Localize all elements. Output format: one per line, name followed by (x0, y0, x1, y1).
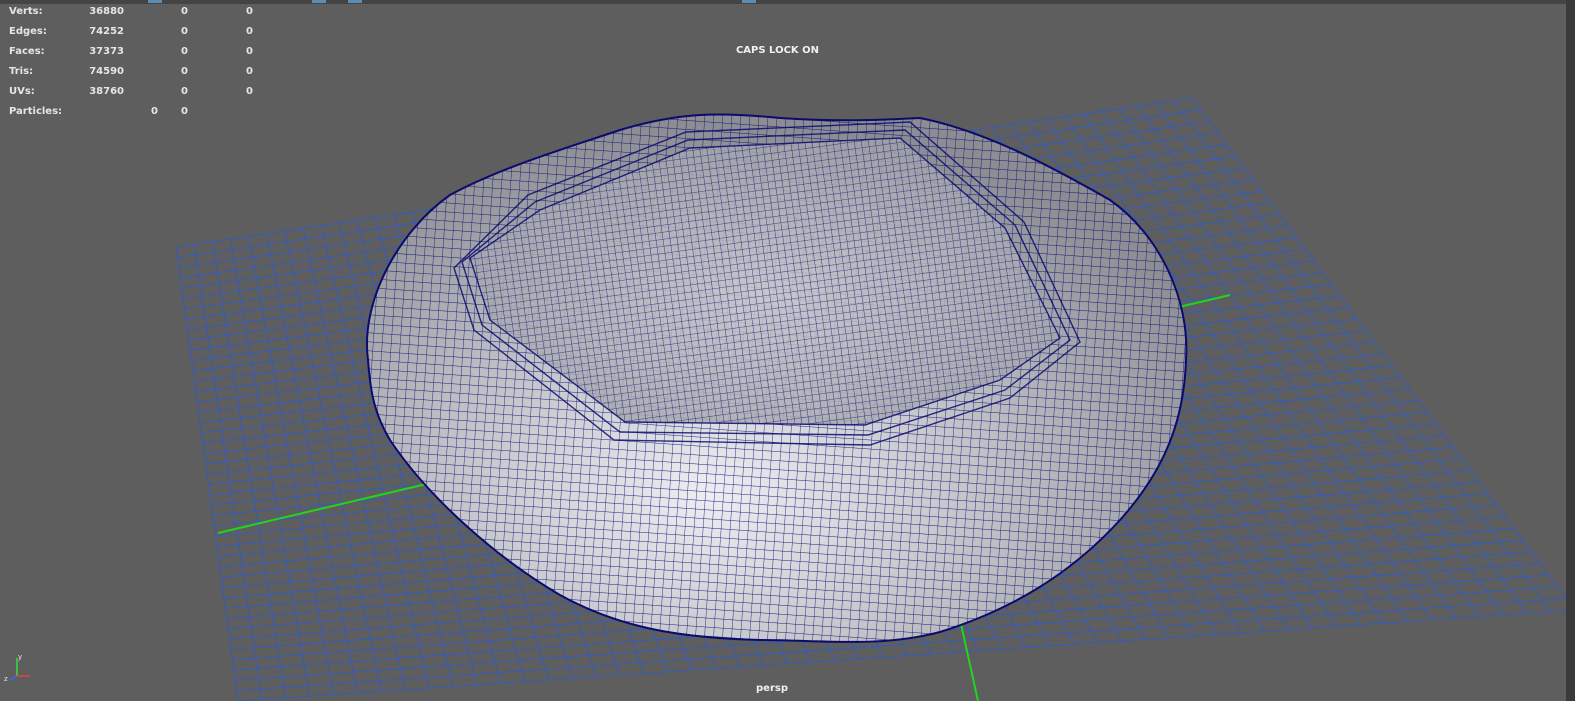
hud-stat-label: Tris: (9, 66, 34, 77)
hud-stat-total: 36880 (89, 6, 124, 17)
maya-viewport[interactable]: Verts: 36880 0 0 Edges: 74252 0 0 Faces: 37373 0 0 T… (0, 0, 1575, 701)
hud-particles-value: 0 (151, 106, 158, 117)
hud-particles-value: 0 (181, 106, 188, 117)
hud-stat-selected: 0 (181, 86, 188, 97)
axis-y-label: y (18, 653, 22, 661)
hud-stat-label: UVs: (9, 86, 35, 97)
hud-stat-total: 74252 (89, 26, 124, 37)
hud-stat-third: 0 (246, 86, 253, 97)
polygon-mesh[interactable] (350, 100, 1210, 660)
hud-stat-label: Verts: (9, 6, 43, 17)
axis-z-label: z (4, 675, 8, 682)
hud-stat-label: Edges: (9, 26, 47, 37)
hud-stat-third: 0 (246, 26, 253, 37)
viewport-right-edge (1566, 0, 1575, 701)
viewport-scene[interactable] (0, 0, 1575, 701)
hud-stat-selected: 0 (181, 6, 188, 17)
hud-stat-selected: 0 (181, 26, 188, 37)
hud-stat-total: 38760 (89, 86, 124, 97)
hud-stat-third: 0 (246, 46, 253, 57)
hud-particles-label: Particles: (9, 106, 63, 117)
hud-stat-selected: 0 (181, 46, 188, 57)
caps-lock-status: CAPS LOCK ON (735, 45, 820, 56)
hud-stat-total: 37373 (89, 46, 124, 57)
hud-stat-label: Faces: (9, 46, 45, 57)
camera-name-label: persp (756, 683, 788, 694)
hud-stat-total: 74590 (89, 66, 124, 77)
xyz-axis-icon: y z (4, 653, 30, 682)
hud-stat-third: 0 (246, 6, 253, 17)
hud-stat-selected: 0 (181, 66, 188, 77)
hud-stat-third: 0 (246, 66, 253, 77)
